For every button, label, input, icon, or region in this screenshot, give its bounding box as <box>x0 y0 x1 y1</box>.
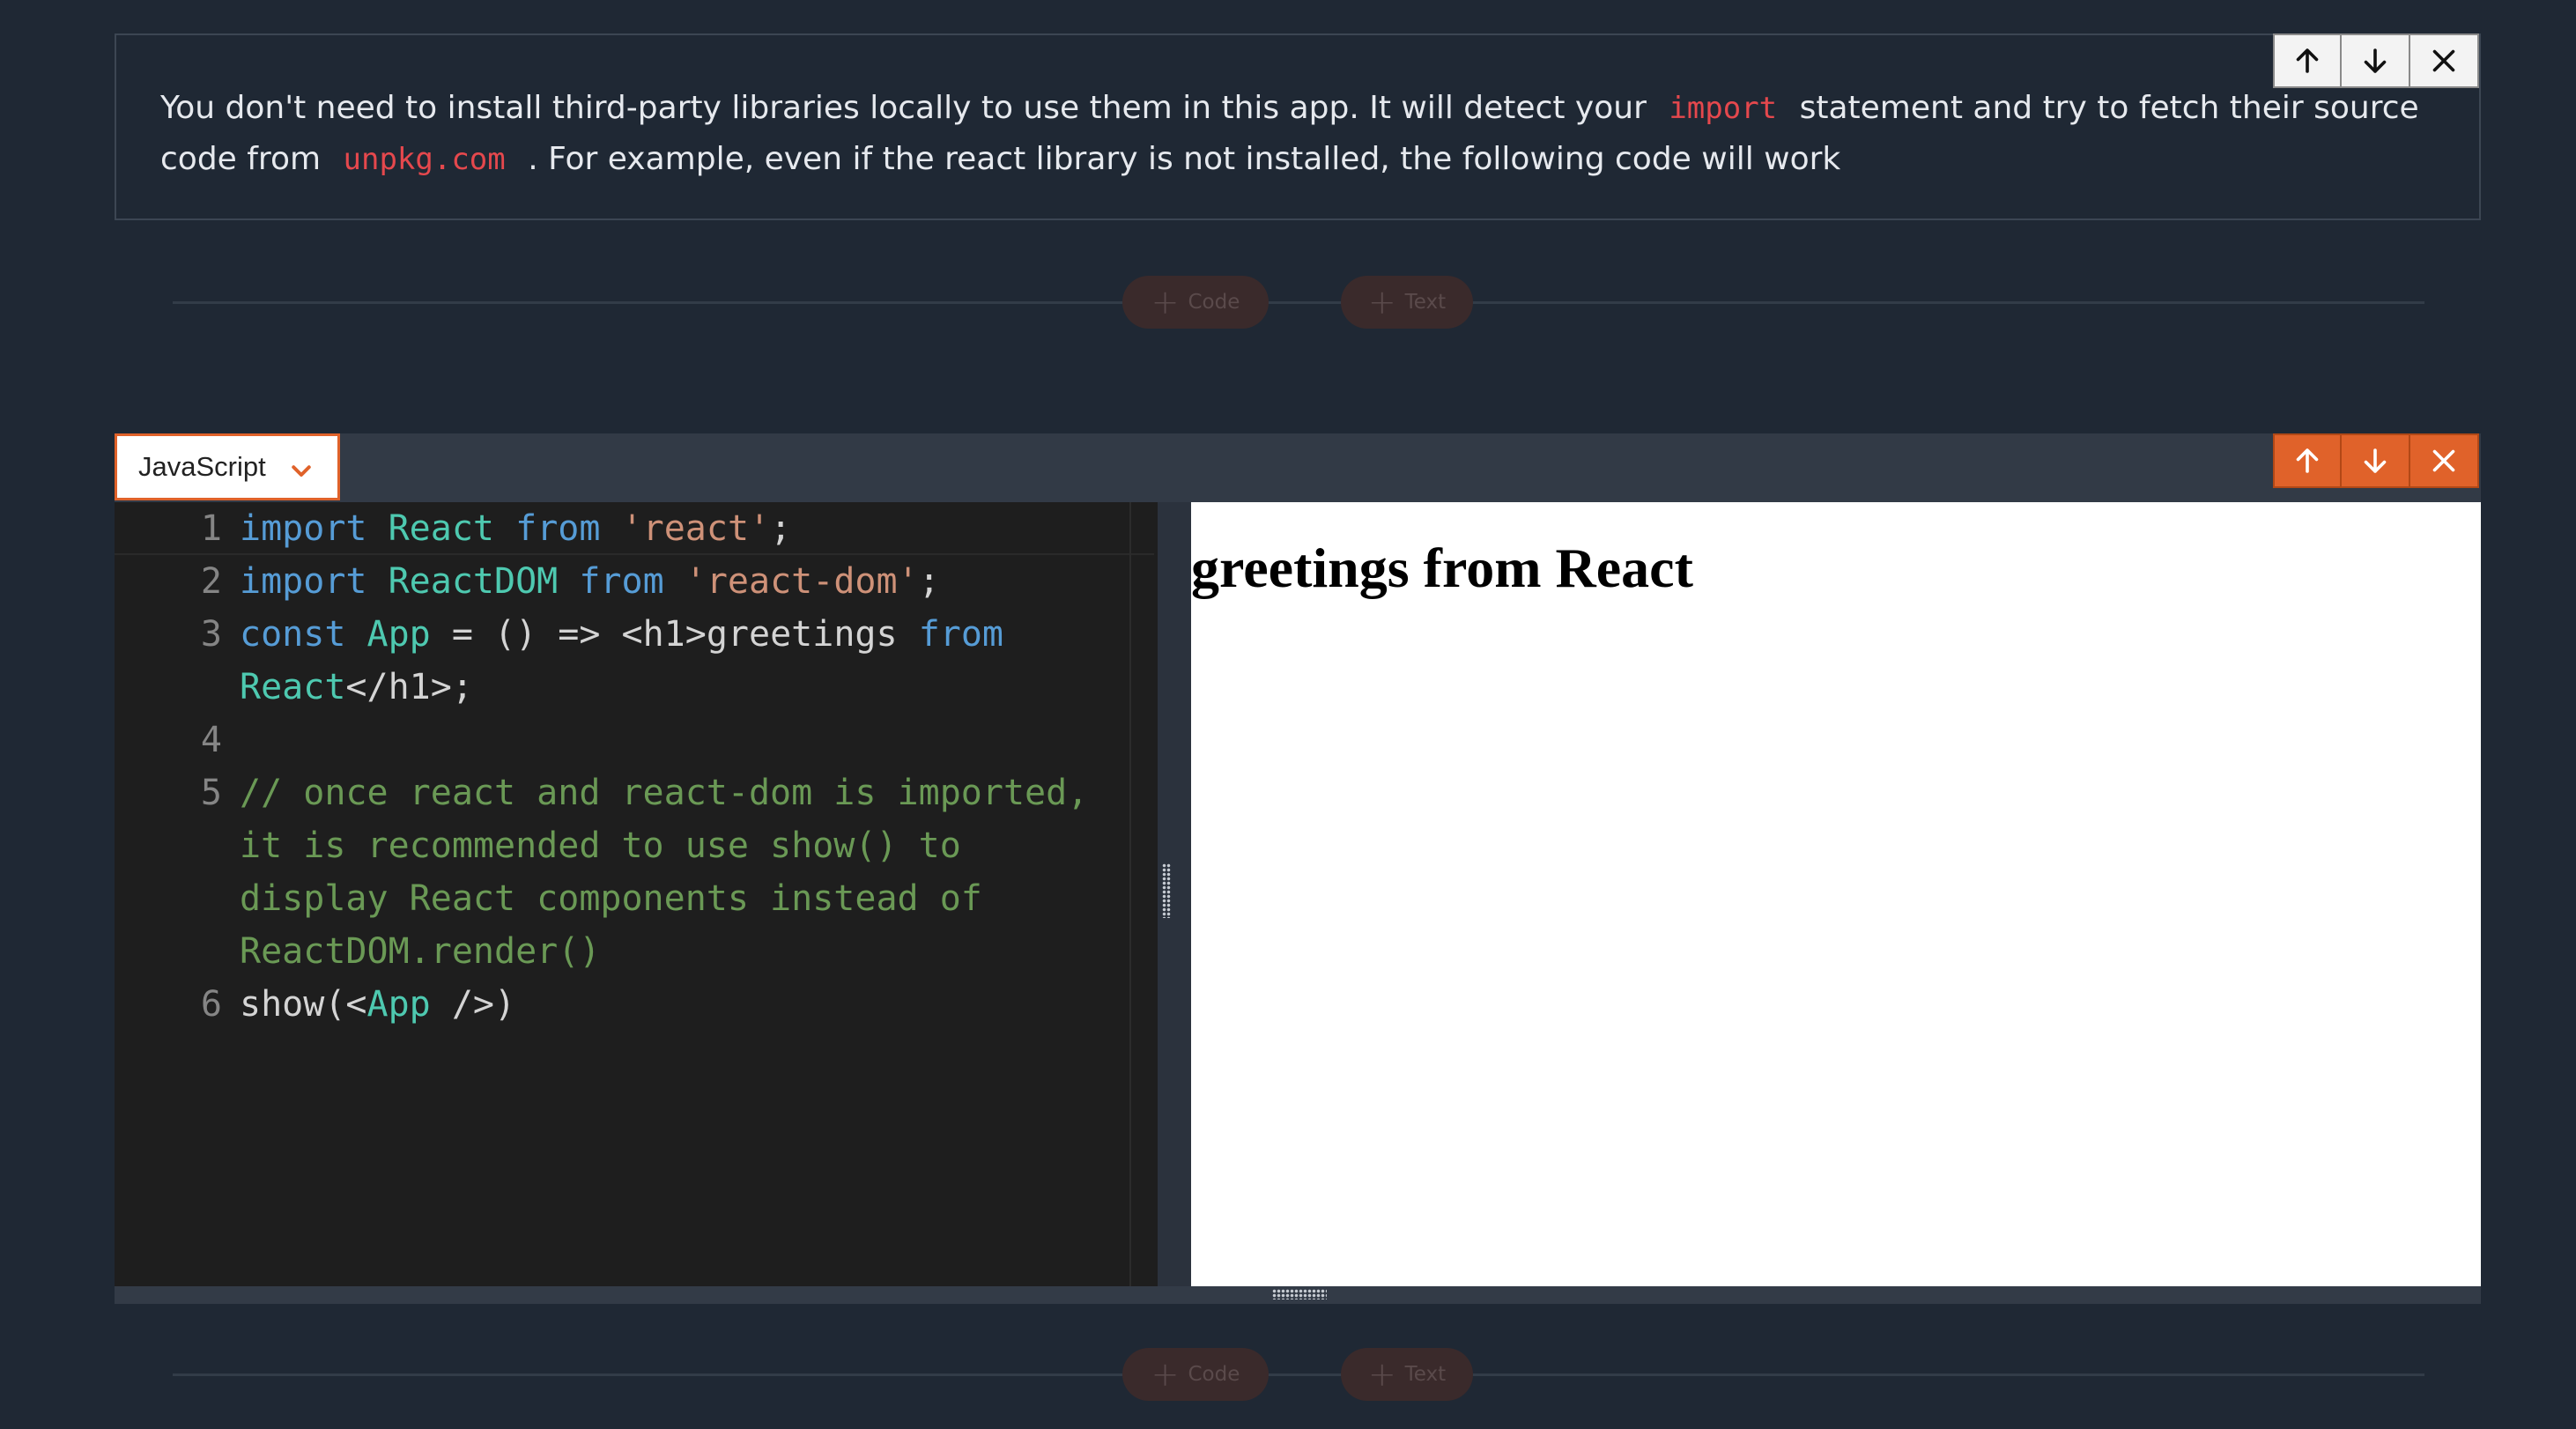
move-down-button[interactable] <box>2342 33 2410 88</box>
line-number: 1 <box>200 508 222 549</box>
arrow-up-icon <box>2296 48 2319 73</box>
code-cell-controls <box>2273 433 2479 488</box>
code-line-1: import React from 'react'; <box>240 508 792 549</box>
line-number: 4 <box>200 720 222 760</box>
close-icon <box>2432 449 2455 472</box>
inline-code-import: import <box>1669 91 1778 126</box>
language-select[interactable]: JavaScript <box>115 433 340 500</box>
inline-code-unpkg: unpkg.com <box>343 142 506 177</box>
plus-icon: + <box>1367 283 1396 322</box>
arrow-down-icon <box>2364 448 2387 473</box>
preview-pane: greetings from React <box>1175 502 2481 1286</box>
language-label: JavaScript <box>138 451 266 482</box>
add-code-button[interactable]: + Code <box>1122 1348 1269 1401</box>
delete-cell-button[interactable] <box>2410 433 2479 488</box>
code-comment-line: it is recommended to use show() to <box>240 826 961 866</box>
text-cell-controls <box>2273 33 2479 88</box>
code-comment-line: // once react and react-dom is imported, <box>240 773 1089 813</box>
code-line-3-wrap: React</h1>; <box>240 667 473 707</box>
add-code-label: Code <box>1188 291 1240 314</box>
editor-ruler <box>1129 502 1131 1286</box>
add-code-label: Code <box>1188 1363 1240 1386</box>
text-segment-1: You don't need to install third-party li… <box>160 90 1647 126</box>
add-cell-bar: + Code + Text <box>173 1348 2424 1401</box>
plus-icon: + <box>1367 1355 1396 1394</box>
arrow-down-icon <box>2364 48 2387 73</box>
divider <box>173 1373 2424 1376</box>
plus-icon: + <box>1151 1355 1180 1394</box>
add-cell-bar: + Code + Text <box>173 276 2424 329</box>
code-cell-toolbar: JavaScript <box>115 433 2481 502</box>
move-up-button[interactable] <box>2273 33 2342 88</box>
delete-cell-button[interactable] <box>2410 33 2479 88</box>
preview-heading: greetings from React <box>1191 537 1693 599</box>
move-up-button[interactable] <box>2273 433 2342 488</box>
code-cell: JavaScript 1 import React from 'react'; … <box>115 433 2481 1313</box>
grip-icon <box>1272 1289 1327 1299</box>
add-text-button[interactable]: + Text <box>1341 276 1473 329</box>
plus-icon: + <box>1151 283 1180 322</box>
add-text-label: Text <box>1404 291 1447 314</box>
line-number: 5 <box>200 773 222 813</box>
chevron-down-icon <box>292 465 311 477</box>
code-comment-line: ReactDOM.render() <box>240 931 601 972</box>
code-line-3: const App = () => <h1>greetings from <box>240 614 1004 655</box>
code-comment-line: display React components instead of <box>240 878 982 919</box>
add-text-label: Text <box>1404 1363 1447 1386</box>
text-segment-3: . For example, even if the react library… <box>528 141 1841 177</box>
grip-icon <box>1162 863 1171 918</box>
line-number: 6 <box>200 984 222 1025</box>
line-number: 3 <box>200 614 222 655</box>
move-down-button[interactable] <box>2342 433 2410 488</box>
code-line-2: import ReactDOM from 'react-dom'; <box>240 561 940 602</box>
text-cell-content: You don't need to install third-party li… <box>160 83 2469 185</box>
code-editor[interactable]: 1 import React from 'react'; 2 import Re… <box>115 502 1158 1286</box>
line-number: 2 <box>200 561 222 602</box>
vertical-resize-handle[interactable] <box>1158 502 1175 1286</box>
divider <box>173 301 2424 304</box>
add-code-button[interactable]: + Code <box>1122 276 1269 329</box>
horizontal-resize-handle[interactable] <box>115 1286 2481 1304</box>
arrow-up-icon <box>2296 448 2319 473</box>
text-cell[interactable]: You don't need to install third-party li… <box>115 33 2481 220</box>
code-line-6: show(<App />) <box>240 984 516 1025</box>
close-icon <box>2432 49 2455 72</box>
add-text-button[interactable]: + Text <box>1341 1348 1473 1401</box>
